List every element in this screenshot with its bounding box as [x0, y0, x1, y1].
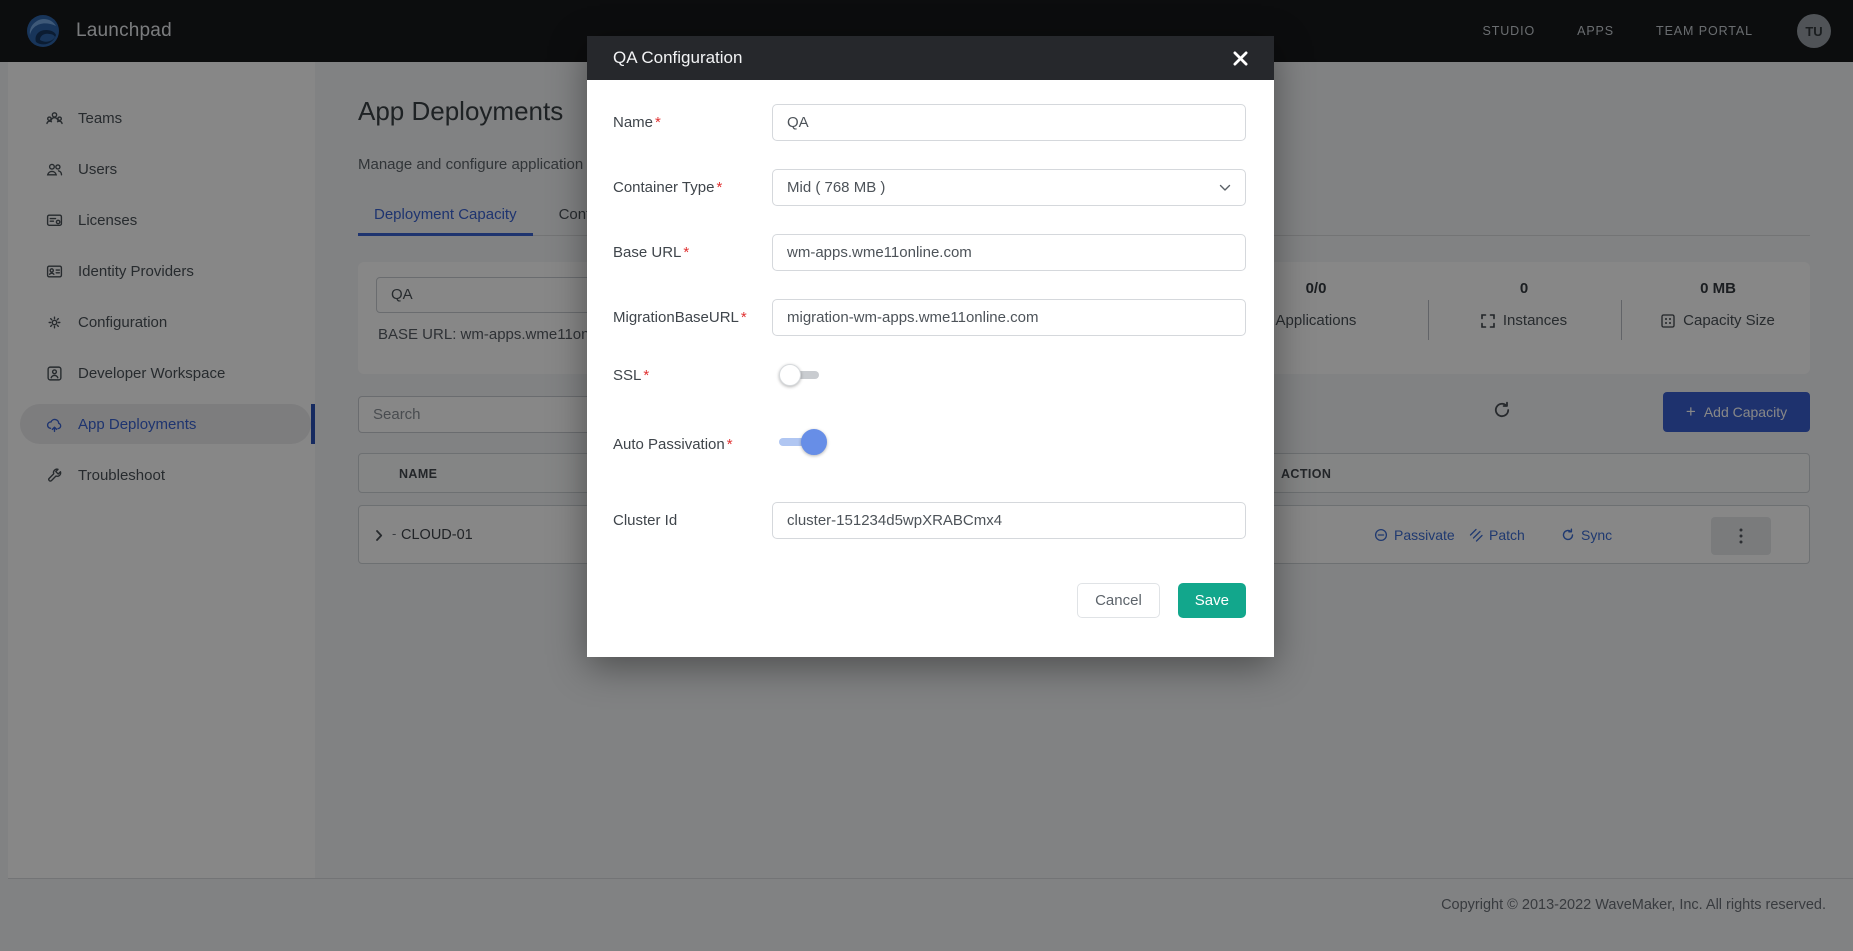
required-asterisk: * [655, 114, 661, 131]
chevron-down-icon [1219, 184, 1231, 192]
migration-base-url-field[interactable] [772, 299, 1246, 336]
cancel-button[interactable]: Cancel [1077, 583, 1160, 618]
field-label-auto-passivation: Auto Passivation* [613, 436, 733, 453]
field-label-migration-base-url: MigrationBaseURL* [613, 309, 747, 326]
qa-configuration-modal: QA Configuration Name* Container Type* M… [587, 36, 1274, 657]
required-asterisk: * [716, 179, 722, 196]
auto-passivation-toggle[interactable] [779, 430, 831, 454]
modal-title: QA Configuration [613, 48, 742, 68]
required-asterisk: * [727, 436, 733, 453]
save-button[interactable]: Save [1178, 583, 1246, 618]
field-label-base-url: Base URL* [613, 244, 689, 261]
required-asterisk: * [741, 309, 747, 326]
base-url-field[interactable] [772, 234, 1246, 271]
required-asterisk: * [643, 367, 649, 384]
field-label-container-type: Container Type* [613, 179, 722, 196]
modal-header: QA Configuration [587, 36, 1274, 80]
container-type-value: Mid ( 768 MB ) [787, 179, 885, 196]
field-label-name: Name* [613, 114, 661, 131]
container-type-select[interactable]: Mid ( 768 MB ) [772, 169, 1246, 206]
name-field[interactable] [772, 104, 1246, 141]
field-label-cluster-id: Cluster Id [613, 512, 677, 529]
cluster-id-field[interactable] [772, 502, 1246, 539]
toggle-knob [801, 429, 827, 455]
app-window: Launchpad STUDIO APPS TEAM PORTAL TU Tea… [0, 0, 1853, 951]
required-asterisk: * [683, 244, 689, 261]
toggle-knob [779, 364, 801, 386]
close-icon[interactable] [1233, 51, 1248, 66]
ssl-toggle[interactable] [779, 363, 831, 387]
modal-actions: Cancel Save [1077, 583, 1246, 618]
field-label-ssl: SSL* [613, 367, 649, 384]
